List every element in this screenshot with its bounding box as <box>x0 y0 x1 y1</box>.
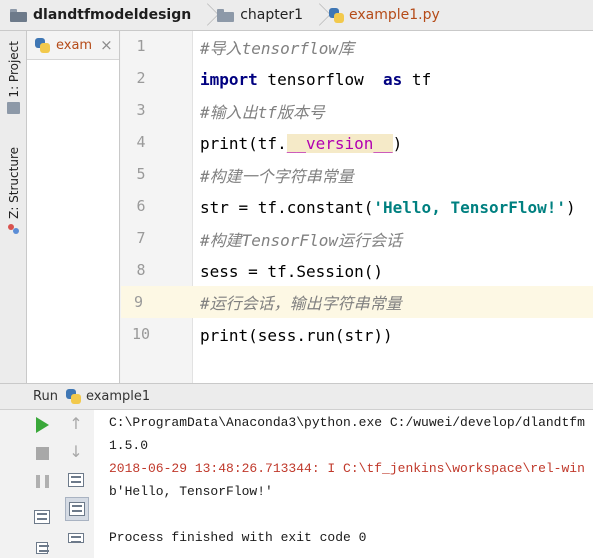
gutter-empty <box>121 352 193 383</box>
code-comment: #构建TensorFlow运行会话 <box>200 231 402 250</box>
python-file-icon <box>329 7 345 23</box>
play-icon <box>35 417 49 433</box>
console-line-log: 2018-06-29 13:48:26.713344: I C:\tf_jenk… <box>109 461 585 476</box>
console-line-exit: Process finished with exit code 0 <box>109 530 367 545</box>
line-number-gutter: 1 2 3 4 5 6 7 8 9 10 <box>121 31 193 352</box>
folder-icon <box>217 8 235 22</box>
code-line-8[interactable]: sess = tf.Session() <box>193 255 593 287</box>
code-text: print(tf. <box>200 133 287 153</box>
line-number: 7 <box>136 229 146 247</box>
console-line-version: 1.5.0 <box>109 438 149 453</box>
structure-tool-tab[interactable]: Z: Structure <box>3 147 24 235</box>
code-magic-attribute: __version__ <box>286 133 393 153</box>
code-editor[interactable]: 1 2 3 4 5 6 7 8 9 10 #导入tensorflow库 impo… <box>121 31 593 352</box>
structure-icon <box>7 223 20 235</box>
run-panel-title[interactable]: Run <box>33 389 58 404</box>
stop-button[interactable] <box>32 443 52 463</box>
layout-button[interactable] <box>32 507 52 527</box>
code-text: ) <box>392 133 403 153</box>
rerun-button[interactable] <box>32 415 52 435</box>
soft-wrap-icon <box>68 473 84 487</box>
console-line-result: b'Hello, TensorFlow!' <box>109 484 273 499</box>
close-icon[interactable]: × <box>100 36 113 54</box>
print-button[interactable] <box>66 528 86 548</box>
python-file-icon <box>35 37 50 53</box>
breadcrumb-file-label: example1.py <box>349 7 440 23</box>
breadcrumb-project[interactable]: dlandtfmodeldesign <box>10 0 191 30</box>
line-number: 3 <box>136 101 146 119</box>
code-module: tensorflow <box>257 69 384 89</box>
python-file-icon <box>65 389 81 404</box>
breadcrumb-project-label: dlandtfmodeldesign <box>33 7 192 23</box>
code-text: sess = tf.Session() <box>200 261 384 281</box>
editor-empty-area[interactable] <box>121 352 593 383</box>
code-comment: #构建一个字符串常量 <box>200 167 354 186</box>
code-line-10[interactable]: print(sess.run(str)) <box>193 319 593 351</box>
arrow-up-icon: ↑ <box>69 414 83 433</box>
code-text: str = tf.constant( <box>200 197 374 217</box>
breadcrumb-separator <box>311 0 325 31</box>
run-panel-header: Run example1 <box>0 383 593 410</box>
project-panel: exam × <box>27 31 120 383</box>
code-line-2[interactable]: import tensorflow as tf <box>193 63 593 95</box>
code-line-3[interactable]: #输入出tf版本号 <box>193 95 593 127</box>
scroll-to-end-icon <box>69 502 85 516</box>
code-line-7[interactable]: #构建TensorFlow运行会话 <box>193 223 593 255</box>
stop-icon <box>35 446 49 460</box>
console-line-command: C:\ProgramData\Anaconda3\python.exe C:/w… <box>109 415 585 430</box>
code-text: ) <box>566 197 576 217</box>
line-number: 4 <box>136 133 146 151</box>
project-tool-tab[interactable]: 1: Project <box>3 41 24 114</box>
line-number: 2 <box>136 69 146 87</box>
pin-icon <box>36 542 49 554</box>
code-text: print(sess.run(str)) <box>200 325 393 345</box>
code-line-6[interactable]: str = tf.constant('Hello, TensorFlow!') <box>193 191 593 223</box>
project-folder-icon <box>7 101 20 114</box>
code-comment: #导入tensorflow库 <box>200 39 354 58</box>
code-line-5[interactable]: #构建一个字符串常量 <box>193 159 593 191</box>
print-icon <box>68 533 84 543</box>
project-folder-icon <box>10 8 27 22</box>
scroll-to-end-button[interactable] <box>65 497 89 521</box>
pause-button[interactable] <box>32 471 52 491</box>
editor-tab-example1[interactable]: exam × <box>27 31 119 60</box>
line-number: 5 <box>136 165 146 183</box>
run-process-tab[interactable]: example1 <box>86 389 150 404</box>
line-number: 10 <box>131 325 151 343</box>
line-number: 8 <box>136 261 146 279</box>
run-toolbar-primary <box>30 410 60 558</box>
code-alias: tf <box>402 69 432 89</box>
run-toolbar-secondary: ↑ ↓ <box>62 410 92 558</box>
code-keyword: import <box>200 69 258 89</box>
pin-button[interactable] <box>32 538 52 558</box>
soft-wrap-button[interactable] <box>66 470 86 490</box>
left-tool-strip: 1: Project Z: Structure <box>0 31 27 383</box>
navigation-breadcrumb: dlandtfmodeldesign chapter1 example1.py <box>0 0 593 31</box>
code-comment: #输入出tf版本号 <box>200 103 325 122</box>
arrow-down-icon: ↓ <box>69 442 83 461</box>
breadcrumb-folder[interactable]: chapter1 <box>217 0 303 30</box>
scroll-down-button[interactable]: ↓ <box>66 442 86 462</box>
code-line-9-current[interactable]: #运行会话，输出字符串常量 <box>193 286 593 318</box>
editor-tab-label: exam <box>56 37 93 53</box>
code-line-4[interactable]: print(tf. __version__) <box>193 127 593 159</box>
run-console-output[interactable]: C:\ProgramData\Anaconda3\python.exe C:/w… <box>94 410 593 558</box>
line-number: 6 <box>136 197 146 215</box>
scroll-up-button[interactable]: ↑ <box>66 414 86 434</box>
code-string: 'Hello, TensorFlow!' <box>373 197 567 217</box>
layout-icon <box>34 510 50 524</box>
structure-tool-tab-label: Z: Structure <box>6 147 21 219</box>
project-tool-tab-label: 1: Project <box>6 41 21 98</box>
breadcrumb-separator <box>199 0 213 31</box>
line-number: 1 <box>136 37 146 55</box>
line-number-current: 9 <box>121 286 193 318</box>
code-keyword: as <box>383 69 403 89</box>
code-comment: #运行会话，输出字符串常量 <box>200 294 402 313</box>
breadcrumb-file[interactable]: example1.py <box>329 0 440 30</box>
breadcrumb-folder-label: chapter1 <box>240 7 304 23</box>
code-line-1[interactable]: #导入tensorflow库 <box>193 31 593 63</box>
pause-icon <box>35 474 49 488</box>
